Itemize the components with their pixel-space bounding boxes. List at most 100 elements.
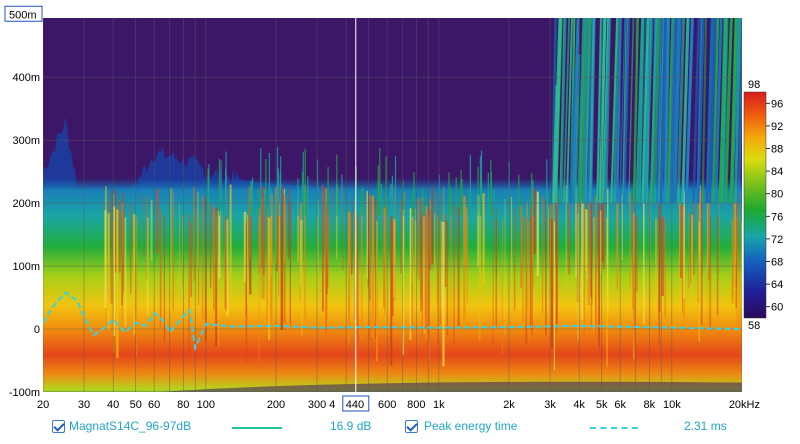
- spectrogram-streak: [332, 188, 334, 256]
- spectrogram-streak: [586, 210, 588, 279]
- peak-energy-value: 2.31 ms: [684, 419, 727, 433]
- x-tick-label: 100: [197, 399, 215, 411]
- spectrogram-streak: [492, 205, 494, 345]
- spectrogram-streak: [495, 208, 497, 277]
- legend: MagnatS14C_96-97dB 16.9 dB Peak energy t…: [0, 418, 800, 440]
- spectrogram-spike: [394, 156, 397, 216]
- spectrogram-streak: [289, 201, 291, 326]
- spectrogram-spike: [490, 172, 492, 216]
- spectrogram-spike: [532, 180, 534, 216]
- spectrogram-streak: [400, 199, 402, 274]
- spectrogram-spike: [518, 174, 520, 216]
- color-scale-max: 98: [748, 79, 760, 91]
- x-tick-label: 60: [148, 399, 160, 411]
- spectrogram-streak: [716, 215, 719, 316]
- spectrogram-streak: [658, 202, 661, 312]
- spectrogram-streak: [439, 194, 442, 324]
- color-scale-bar: [743, 91, 767, 319]
- spectrogram-spike: [208, 164, 210, 216]
- spectrogram-spike: [336, 154, 338, 216]
- spectrogram-streak: [259, 209, 261, 281]
- spectrogram-streak: [160, 213, 162, 320]
- spectrogram-spike: [258, 189, 260, 216]
- x-tick-label: 1k: [433, 399, 445, 411]
- spectrogram-chart[interactable]: s 500m440 900m800m700m600m400m300m200m10…: [0, 0, 800, 444]
- spectrogram-streak: [159, 209, 161, 328]
- spectrogram-streak: [229, 184, 232, 301]
- spectrogram-streak: [391, 221, 394, 317]
- color-scale-tick-label: 68: [771, 257, 783, 269]
- spectrogram-streak: [446, 220, 449, 336]
- peak-energy-checkbox[interactable]: [405, 420, 418, 433]
- spectrogram-spike: [455, 177, 457, 216]
- spectrogram-streak: [146, 197, 148, 280]
- spectrogram-streak: [348, 211, 351, 344]
- spectrogram-streak: [607, 189, 609, 314]
- spectrogram-streak: [593, 216, 595, 331]
- spectrogram-streak: [258, 216, 260, 361]
- spectrogram-streak: [156, 188, 159, 255]
- series-swatch: [232, 427, 282, 429]
- spectrogram-streak: [197, 192, 199, 269]
- spectrogram-spike: [385, 156, 387, 216]
- spectrogram-streak: [450, 201, 452, 323]
- spectrogram-streak: [636, 215, 638, 292]
- spectrogram-streak: [118, 199, 121, 273]
- spectrogram-spike: [220, 160, 222, 216]
- spectrogram-streak: [376, 220, 378, 361]
- x-tick-label: 200: [267, 399, 285, 411]
- spectrogram-streak: [621, 194, 623, 260]
- spectrogram-streak: [587, 192, 590, 306]
- spectrogram-spike: [218, 158, 220, 216]
- spectrogram-streak: [444, 214, 447, 287]
- series-value: 16.9 dB: [330, 419, 372, 433]
- spectrogram-spike: [327, 167, 329, 216]
- color-scale-tick-label: 88: [771, 144, 783, 156]
- spectrogram-spike: [450, 187, 452, 216]
- spectrogram-streak: [541, 196, 544, 314]
- spectrogram-streak: [279, 202, 281, 304]
- x-tick-label: 20kHz: [729, 399, 760, 411]
- spectrogram-streak: [226, 219, 229, 317]
- x-tick-label: 80: [177, 399, 189, 411]
- spectrogram-spike: [468, 189, 470, 216]
- spectrogram-streak: [594, 217, 597, 338]
- spectrogram-streak: [360, 206, 363, 341]
- spectrogram-streak: [173, 191, 175, 314]
- color-scale-tick-label: 64: [771, 279, 783, 291]
- spectrogram-spike: [531, 173, 533, 216]
- x-tick-label: 3k: [544, 399, 556, 411]
- spectrogram-streak: [188, 213, 190, 354]
- spectrogram-streak: [411, 218, 413, 332]
- spectrogram-spike: [268, 152, 270, 216]
- spectrogram-spike: [390, 184, 392, 216]
- spectrogram-streak: [130, 204, 132, 294]
- spectrogram-spike: [307, 176, 309, 216]
- spectrogram-streak: [270, 206, 272, 276]
- series-checkbox[interactable]: [52, 420, 65, 433]
- spectrogram-streak: [437, 217, 439, 330]
- spectrogram-streak: [116, 209, 119, 359]
- spectrogram-streak: [107, 213, 110, 331]
- spectrogram-spike: [280, 156, 282, 216]
- spectrogram-streak: [692, 199, 695, 275]
- spectrogram-spike: [469, 154, 471, 216]
- spectrogram-spike: [265, 158, 267, 216]
- spectrogram-streak: [218, 210, 221, 279]
- spectrogram-streak: [545, 199, 547, 336]
- spectrogram-streak: [442, 222, 445, 367]
- x-tick-label: 4: [329, 399, 335, 411]
- spectrogram-streak: [384, 207, 386, 315]
- spectrogram-streak: [568, 204, 571, 275]
- spectrogram-streak: [734, 202, 737, 290]
- spectrogram-streak: [453, 204, 455, 345]
- spectrogram-spike: [276, 147, 279, 216]
- x-tick-label: 10k: [663, 399, 681, 411]
- spectrogram-streak: [124, 217, 127, 328]
- spectrogram-spike: [461, 178, 463, 216]
- spectrogram-spike: [391, 175, 393, 216]
- spectrogram-streak: [504, 199, 506, 335]
- spectrogram-streak: [104, 210, 107, 308]
- spectrogram-streak: [482, 193, 485, 286]
- spectrogram-streak: [317, 200, 319, 311]
